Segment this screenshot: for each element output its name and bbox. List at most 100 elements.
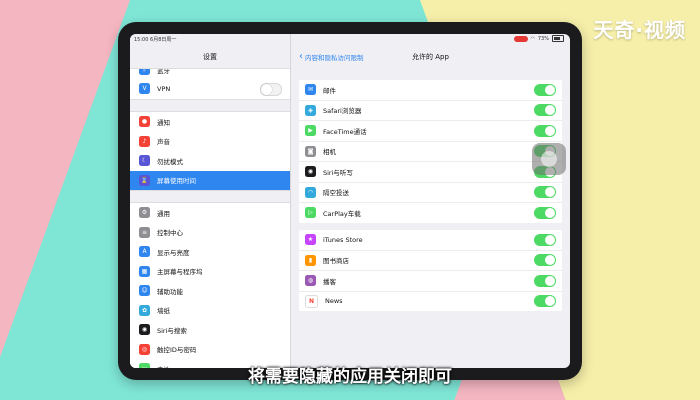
itunes-store-toggle[interactable] (534, 233, 556, 246)
sidebar-group-general: ⚙ 通用 ≡ 控制中心 A 显示与亮度 ▦ 主屏幕与程序坞 ☺ 辅助功能 ✿ 墙… (130, 202, 290, 368)
news-icon: N (305, 294, 318, 308)
sidebar-item-do-not-disturb[interactable]: ☾ 勿扰模式 (130, 151, 290, 171)
sidebar-item-label: 墙纸 (157, 307, 170, 316)
sidebar-item-label: 蓝牙 (157, 69, 170, 75)
bluetooth-icon: ᛒ (139, 69, 150, 75)
control-center-icon: ≡ (139, 226, 150, 238)
touch-id-icon: ◎ (139, 343, 150, 355)
safari-toggle[interactable] (534, 104, 556, 116)
carplay-icon: ▷ (305, 207, 316, 219)
hourglass-icon: ⌛ (139, 174, 150, 186)
sidebar-group-notifications: ● 通知 ♪ 声音 ☾ 勿扰模式 ⌛ 屏幕使用时间 (130, 111, 290, 191)
vpn-toggle[interactable] (260, 83, 282, 96)
siri-icon: ◉ (139, 324, 150, 336)
sidebar-group-connectivity: ᛒ 蓝牙 V VPN (130, 68, 290, 100)
facetime-toggle[interactable] (534, 124, 556, 137)
sidebar-item-label: Siri与搜索 (157, 326, 187, 335)
settings-sidebar: 15:00 6月8日周一 设置 ᛒ 蓝牙 V VPN ● 通知 ♪ 声音 ☾ 勿… (130, 34, 291, 368)
mail-icon: ✉ (305, 84, 316, 96)
sidebar-item-control-center[interactable]: ≡ 控制中心 (130, 223, 290, 243)
recording-indicator (513, 35, 528, 42)
app-row-label: FaceTime通话 (323, 127, 367, 136)
safari-icon: ◈ (305, 104, 316, 116)
sidebar-item-label: 声音 (157, 138, 170, 147)
sidebar-item-accessibility[interactable]: ☺ 辅助功能 (130, 281, 290, 301)
sidebar-item-label: 通用 (157, 209, 170, 218)
sidebar-item-label: 通知 (157, 118, 170, 127)
moon-icon: ☾ (139, 155, 150, 167)
app-row-mail: ✉ 邮件 (299, 80, 562, 101)
status-indicators: ◠ 73% (513, 35, 564, 42)
sidebar-item-label: 触控ID与密码 (157, 346, 197, 355)
app-row-label: iTunes Store (323, 235, 363, 244)
app-row-label: 图书商店 (323, 257, 349, 266)
carplay-toggle[interactable] (534, 206, 556, 219)
sidebar-item-bluetooth[interactable]: ᛒ 蓝牙 (130, 69, 290, 79)
airdrop-icon: ◠ (305, 186, 316, 198)
apps-group-stores: ★ iTunes Store ▮ 图书商店 ◍ 播客 N News (299, 230, 562, 311)
app-row-label: Siri与听写 (323, 168, 353, 177)
status-time-text: 15:00 (134, 37, 149, 43)
home-screen-icon: ▦ (139, 265, 150, 277)
sidebar-item-vpn[interactable]: V VPN (130, 79, 290, 99)
wallpaper-icon: ✿ (139, 304, 150, 316)
accessibility-icon: ☺ (139, 285, 150, 297)
page-title: 允许的 App (412, 53, 449, 61)
sidebar-item-notifications[interactable]: ● 通知 (130, 112, 290, 132)
airdrop-toggle[interactable] (534, 186, 556, 198)
news-toggle[interactable] (534, 295, 556, 307)
gear-icon: ⚙ (139, 207, 150, 219)
sidebar-item-label: 显示与亮度 (157, 248, 190, 257)
status-time: 15:00 6月8日周一 (134, 36, 176, 43)
app-row-label: 相机 (323, 148, 336, 157)
sidebar-item-touch-id[interactable]: ◎ 触控ID与密码 (130, 340, 290, 360)
ipad-screen: 15:00 6月8日周一 设置 ᛒ 蓝牙 V VPN ● 通知 ♪ 声音 ☾ 勿… (130, 34, 570, 368)
app-row-label: News (325, 297, 343, 306)
sidebar-item-label: 屏幕使用时间 (157, 177, 196, 186)
sidebar-item-general[interactable]: ⚙ 通用 (130, 203, 290, 223)
status-bar: 15:00 6月8日周一 (130, 34, 290, 44)
podcasts-toggle[interactable] (534, 274, 556, 287)
siri-icon: ◉ (305, 166, 316, 178)
books-icon: ▮ (305, 254, 316, 266)
sidebar-item-label: 主屏幕与程序坞 (157, 268, 203, 277)
battery-status-icon (552, 35, 564, 42)
vpn-icon: V (139, 83, 150, 95)
status-bar-right: ◠ 73% (291, 34, 570, 44)
facetime-icon: ▶ (305, 125, 316, 137)
ipad-frame: 15:00 6月8日周一 设置 ᛒ 蓝牙 V VPN ● 通知 ♪ 声音 ☾ 勿… (118, 22, 582, 380)
books-toggle[interactable] (534, 254, 556, 266)
app-row-label: 隔空投送 (323, 189, 349, 198)
app-row-safari: ◈ Safari浏览器 (299, 101, 562, 121)
sidebar-item-home-screen[interactable]: ▦ 主屏幕与程序坞 (130, 262, 290, 282)
sound-icon: ♪ (139, 135, 150, 147)
sidebar-title: 设置 (203, 53, 217, 61)
status-date: 6月8日周一 (150, 37, 177, 43)
sidebar-item-label: 辅助功能 (157, 287, 183, 296)
display-icon: A (139, 246, 150, 258)
app-row-label: 邮件 (323, 86, 336, 95)
app-row-podcasts: ◍ 播客 (299, 271, 562, 292)
app-row-carplay: ▷ CarPlay车载 (299, 203, 562, 223)
watermark: 天奇·视频 (593, 18, 686, 42)
app-row-siri: ◉ Siri与听写 (299, 162, 562, 183)
notifications-icon: ● (139, 116, 150, 128)
sidebar-item-screen-time[interactable]: ⌛ 屏幕使用时间 (130, 170, 290, 190)
app-row-label: CarPlay车载 (323, 209, 361, 218)
apps-group-system: ✉ 邮件 ◈ Safari浏览器 ▶ FaceTime通话 ◙ 相机 ◉ Sir… (299, 80, 562, 223)
subtitle-caption: 将需要隐藏的应用关闭即可 (248, 367, 452, 387)
itunes-store-icon: ★ (305, 234, 316, 246)
app-row-airdrop: ◠ 隔空投送 (299, 183, 562, 203)
sidebar-item-label: 控制中心 (157, 229, 183, 238)
sidebar-item-sound[interactable]: ♪ 声音 (130, 132, 290, 152)
mail-toggle[interactable] (534, 83, 556, 96)
battery-percent: 73% (537, 35, 549, 42)
sidebar-item-wallpaper[interactable]: ✿ 墙纸 (130, 301, 290, 321)
app-row-itunes-store: ★ iTunes Store (299, 230, 562, 251)
assistive-touch-button[interactable] (532, 143, 566, 175)
app-row-books: ▮ 图书商店 (299, 251, 562, 271)
app-row-facetime: ▶ FaceTime通话 (299, 121, 562, 142)
podcasts-icon: ◍ (305, 275, 316, 287)
sidebar-item-display[interactable]: A 显示与亮度 (130, 242, 290, 262)
sidebar-item-siri[interactable]: ◉ Siri与搜索 (130, 320, 290, 340)
